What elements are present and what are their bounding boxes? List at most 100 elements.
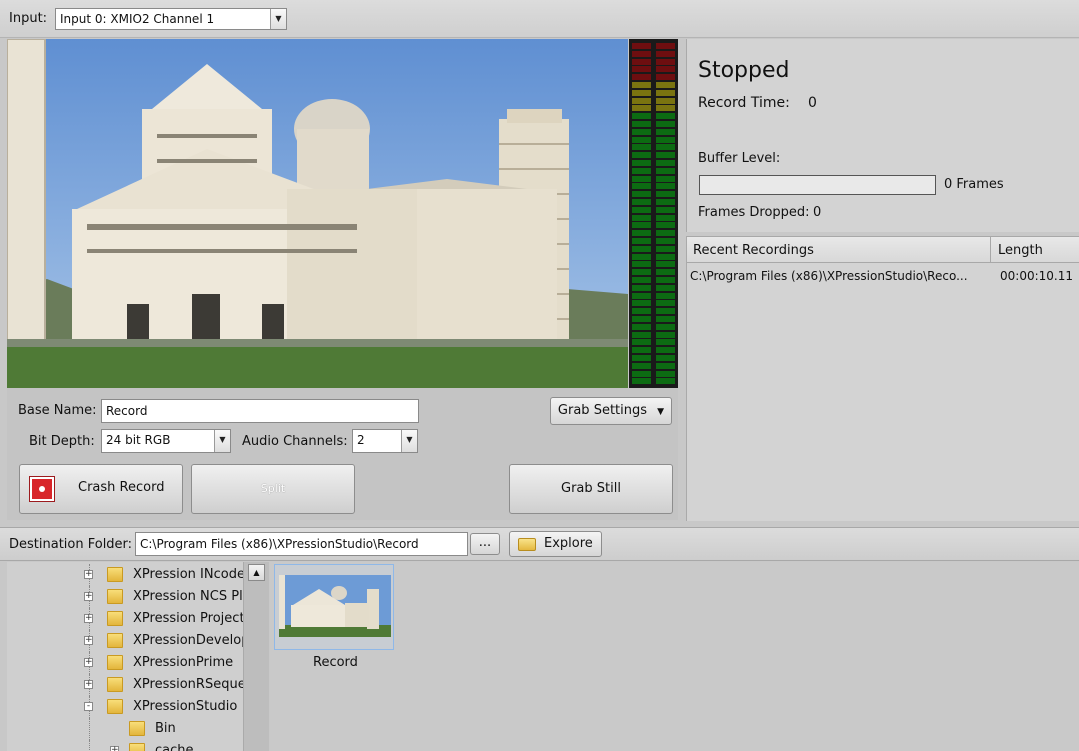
meter-segment	[632, 261, 651, 268]
tree-item[interactable]: + XPressionRSequer	[7, 674, 269, 696]
meter-segment	[632, 347, 651, 354]
meter-segment	[632, 277, 651, 283]
buffer-frames: 0 Frames	[944, 177, 1004, 192]
tree-item-label: cache	[155, 743, 194, 751]
tree-item-label: XPressionStudio	[133, 699, 238, 714]
chevron-down-icon[interactable]: ▼	[270, 9, 286, 29]
meter-segment	[632, 136, 651, 143]
expand-icon[interactable]: +	[84, 680, 93, 689]
expand-icon[interactable]: +	[84, 570, 93, 579]
expand-icon[interactable]: +	[84, 614, 93, 623]
bit-depth-select[interactable]: 24 bit RGB ▼	[101, 429, 231, 453]
tree-item[interactable]: + cache	[7, 740, 269, 751]
tree-item[interactable]: + XPression NCS Plu	[7, 586, 269, 608]
browse-label: ...	[478, 535, 492, 550]
meter-segment	[632, 370, 651, 377]
tree-item[interactable]: - XPressionStudio	[7, 696, 269, 718]
record-controls: Base Name: Record Grab Settings ▼ Bit De…	[7, 388, 678, 520]
tree-scrollbar[interactable]: ▲	[243, 562, 269, 751]
meter-segment	[656, 152, 675, 159]
tree-item-label: XPression Project	[133, 611, 245, 626]
buffer-level-bar	[699, 175, 936, 195]
column-header-length[interactable]: Length	[998, 243, 1043, 258]
meter-segment	[656, 331, 675, 338]
meter-segment	[632, 253, 651, 260]
meter-segment	[632, 362, 651, 369]
chevron-down-icon[interactable]: ▼	[214, 430, 230, 452]
audio-channels-label: Audio Channels:	[242, 434, 348, 449]
preview-image	[7, 39, 628, 388]
audio-channels-select[interactable]: 2 ▼	[352, 429, 418, 453]
recent-row-path: C:\Program Files (x86)\XPressionStudio\R…	[690, 269, 968, 283]
base-name-input[interactable]: Record	[101, 399, 419, 423]
split-button[interactable]: Split	[191, 464, 355, 514]
column-header-recent[interactable]: Recent Recordings	[693, 243, 814, 258]
meter-segment	[656, 284, 675, 291]
meter-segment	[656, 292, 675, 299]
meter-segment	[656, 323, 675, 330]
buffer-level-label: Buffer Level:	[698, 151, 781, 166]
meter-segment	[656, 128, 675, 135]
meter-segment	[656, 105, 675, 112]
tree-item[interactable]: + XPressionPrime	[7, 652, 269, 674]
meter-segment	[656, 355, 675, 361]
grab-settings-button[interactable]: Grab Settings ▼	[550, 397, 672, 425]
scroll-up-icon[interactable]: ▲	[248, 564, 265, 581]
explore-button[interactable]: Explore	[509, 531, 602, 557]
bit-depth-value: 24 bit RGB	[106, 433, 171, 447]
meter-segment	[656, 214, 675, 221]
base-name-label: Base Name:	[18, 403, 97, 418]
crash-record-button[interactable]: Crash Record	[19, 464, 183, 514]
folder-tree[interactable]: + XPression INcoder + XPression NCS Plu + XPr…	[7, 562, 269, 751]
meter-segment	[656, 316, 675, 322]
expand-icon[interactable]: +	[110, 746, 119, 751]
meter-segment	[632, 183, 651, 190]
meter-segment	[632, 199, 651, 205]
meter-segment	[632, 355, 651, 361]
meter-segment	[656, 238, 675, 244]
meter-segment	[656, 74, 675, 81]
bit-depth-label: Bit Depth:	[29, 434, 95, 449]
tree-item[interactable]: + XPression Project	[7, 608, 269, 630]
file-browser: Record	[270, 562, 1079, 751]
base-name-value: Record	[106, 404, 148, 418]
meter-segment	[656, 167, 675, 174]
tree-item[interactable]: Bin	[7, 718, 269, 740]
meter-segment	[656, 144, 675, 151]
tree-rows: + XPression INcoder + XPression NCS Plu + XPr…	[7, 562, 251, 751]
meter-segment	[656, 89, 675, 96]
grab-still-button[interactable]: Grab Still	[509, 464, 673, 514]
destination-path-input[interactable]: C:\Program Files (x86)\XPressionStudio\R…	[135, 532, 468, 556]
folder-icon	[107, 655, 123, 670]
audio-level-meter	[629, 39, 678, 388]
tree-item-label: Bin	[155, 721, 176, 736]
meter-segment	[632, 160, 651, 166]
meter-segment	[656, 347, 675, 354]
input-select-value: Input 0: XMIO2 Channel 1	[60, 12, 215, 26]
column-divider[interactable]	[990, 237, 991, 263]
meter-segment	[656, 277, 675, 283]
meter-segment	[632, 230, 651, 237]
meter-segment	[632, 89, 651, 96]
expand-icon[interactable]: +	[84, 636, 93, 645]
tree-item[interactable]: + XPression INcoder	[7, 564, 269, 586]
chevron-down-icon[interactable]: ▼	[401, 430, 417, 452]
meter-segment	[632, 245, 651, 252]
meter-segment	[632, 175, 651, 182]
meter-segment	[656, 308, 675, 315]
browse-button[interactable]: ...	[470, 533, 500, 555]
file-item[interactable]	[274, 564, 394, 650]
input-select[interactable]: Input 0: XMIO2 Channel 1 ▼	[55, 8, 287, 30]
meter-segment	[632, 121, 651, 127]
expand-icon[interactable]: +	[84, 658, 93, 667]
meter-segment	[632, 74, 651, 81]
meter-segment	[656, 82, 675, 88]
tree-item[interactable]: + XPressionDevelop	[7, 630, 269, 652]
meter-segment	[632, 97, 651, 104]
folder-icon	[107, 611, 123, 626]
recent-row[interactable]: C:\Program Files (x86)\XPressionStudio\R…	[687, 265, 1079, 289]
expand-icon[interactable]: +	[84, 592, 93, 601]
collapse-icon[interactable]: -	[84, 702, 93, 711]
meter-segment	[656, 191, 675, 198]
meter-segment	[632, 66, 651, 73]
